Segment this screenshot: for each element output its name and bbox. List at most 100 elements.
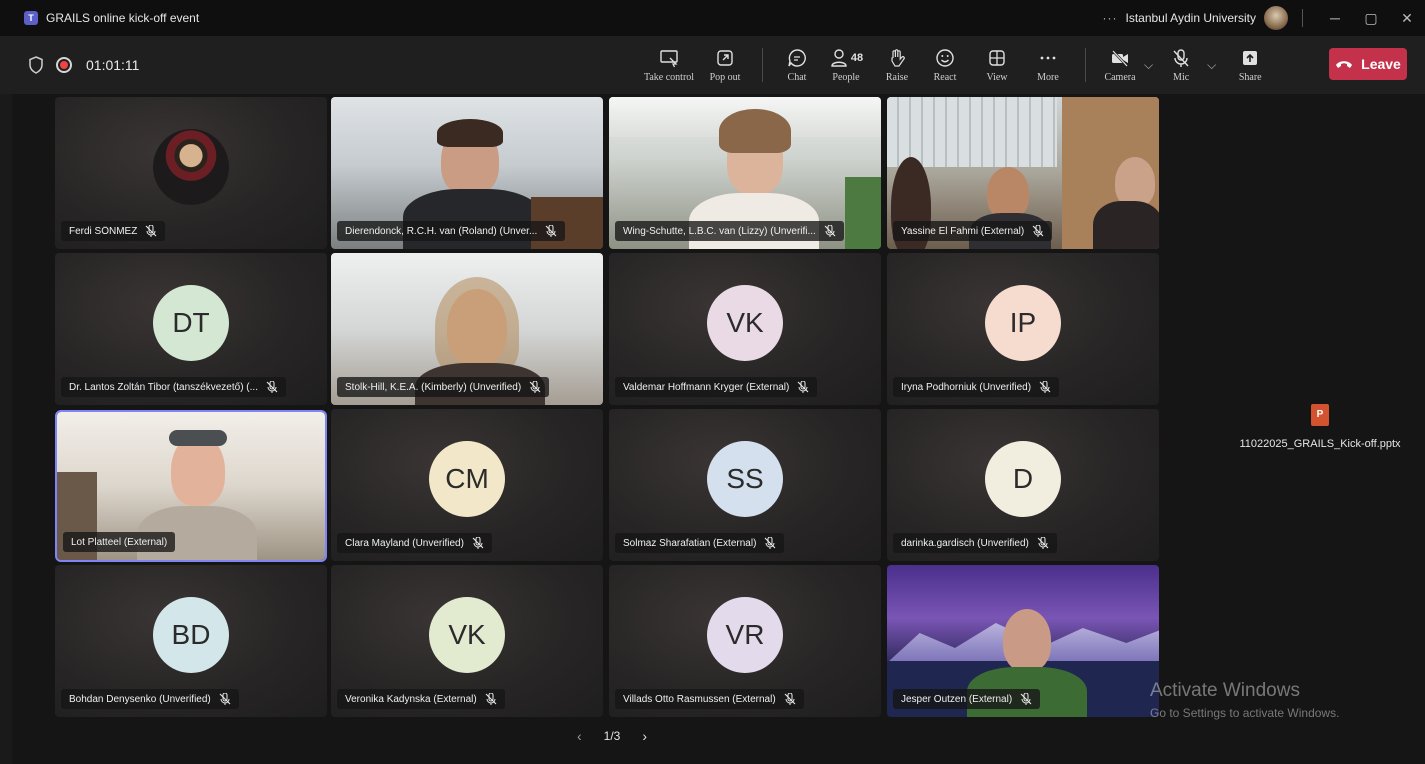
more-options-icon[interactable]: ··· (1102, 11, 1117, 25)
participant-initials-avatar: IP (985, 285, 1061, 361)
participant-initials-avatar: BD (153, 597, 229, 673)
participant-name: Clara Mayland (Unverified) (345, 537, 464, 549)
participant-name: Lot Platteel (External) (71, 536, 168, 548)
participant-tile[interactable]: CM Clara Mayland (Unverified) (331, 409, 603, 561)
teams-logo-icon: T (24, 11, 38, 25)
participant-tile-active-speaker[interactable]: Lot Platteel (External) (55, 410, 327, 562)
react-label: React (933, 71, 957, 83)
participant-tile[interactable]: D darinka.gardisch (Unverified) (887, 409, 1159, 561)
people-icon-wrap: 48 (829, 48, 863, 68)
camera-button[interactable]: Camera (1098, 36, 1142, 94)
phone-hangup-icon (1336, 61, 1353, 68)
shared-file[interactable]: P 11022025_GRAILS_Kick-off.pptx (1230, 404, 1410, 450)
previous-page-icon[interactable]: ‹ (577, 728, 582, 744)
participant-name-chip: Iryna Podhorniuk (Unverified) (893, 377, 1060, 397)
react-button[interactable]: React (919, 36, 971, 94)
participant-name-chip: Valdemar Hoffmann Kryger (External) (615, 377, 818, 397)
title-bar: T GRAILS online kick-off event ··· Istan… (0, 0, 1425, 36)
participant-initials-avatar: SS (707, 441, 783, 517)
participant-tile[interactable]: DT Dr. Lantos Zoltán Tibor (tanszékvezet… (55, 253, 327, 405)
participant-name-chip: Ferdi SÖNMEZ (61, 221, 166, 241)
smiley-icon (936, 48, 954, 67)
camera-options-chevron-icon[interactable]: ⌵ (1144, 58, 1153, 73)
participant-name: Yassine El Fahmi (External) (901, 225, 1025, 237)
watermark-subtitle: Go to Settings to activate Windows. (1150, 706, 1340, 720)
view-button[interactable]: View (971, 36, 1023, 94)
close-button[interactable]: ✕ (1389, 10, 1425, 27)
mic-label: Mic (1173, 71, 1190, 83)
share-label: Share (1238, 71, 1262, 83)
participant-name: Valdemar Hoffmann Kryger (External) (623, 381, 790, 393)
participant-initials-avatar: D (985, 441, 1061, 517)
participant-initials-avatar: DT (153, 285, 229, 361)
mic-muted-icon (784, 693, 796, 705)
next-page-icon[interactable]: › (642, 728, 647, 744)
participant-tile[interactable]: Ferdi SÖNMEZ (55, 97, 327, 249)
toolbar-center-group: Take control Pop out Chat 48 People Rais… (636, 36, 1270, 94)
raise-hand-button[interactable]: Raise (875, 36, 919, 94)
participant-name: Bohdan Denysenko (Unverified) (69, 693, 211, 705)
mic-muted-icon (1037, 537, 1049, 549)
participant-name: darinka.gardisch (Unverified) (901, 537, 1029, 549)
more-button[interactable]: More (1023, 36, 1073, 94)
minimize-button[interactable]: ─ (1317, 10, 1353, 26)
people-icon (831, 48, 847, 67)
org-name[interactable]: Istanbul Aydin University (1125, 11, 1256, 25)
participant-tile[interactable]: Jesper Outzen (External) (887, 565, 1159, 717)
participant-tile[interactable]: BD Bohdan Denysenko (Unverified) (55, 565, 327, 717)
share-button[interactable]: Share (1230, 36, 1270, 94)
pop-out-label: Pop out (709, 71, 741, 83)
chat-label: Chat (787, 71, 807, 83)
participant-tile[interactable]: Yassine El Fahmi (External) (887, 97, 1159, 249)
participant-tile[interactable]: VK Valdemar Hoffmann Kryger (External) (609, 253, 881, 405)
chat-button[interactable]: Chat (777, 36, 817, 94)
mic-off-icon (1173, 48, 1189, 67)
leave-label: Leave (1361, 56, 1401, 72)
pop-out-icon (717, 49, 733, 66)
participant-initials-avatar: VK (707, 285, 783, 361)
watermark-title: Activate Windows (1150, 680, 1300, 701)
people-button[interactable]: 48 People (817, 36, 875, 94)
leave-button[interactable]: Leave (1329, 48, 1407, 80)
take-control-button[interactable]: Take control (636, 36, 702, 94)
account-avatar[interactable] (1264, 6, 1288, 30)
pop-out-button[interactable]: Pop out (702, 36, 748, 94)
participant-tile[interactable]: SS Solmaz Sharafatian (External) (609, 409, 881, 561)
mic-muted-icon (824, 225, 836, 237)
participant-name-chip: Solmaz Sharafatian (External) (615, 533, 785, 553)
mic-options-chevron-icon[interactable]: ⌵ (1207, 58, 1216, 73)
mic-muted-icon (145, 225, 157, 237)
maximize-button[interactable]: ▢ (1353, 10, 1389, 27)
gallery-pager: ‹ 1/3 › (577, 728, 647, 744)
more-icon (1040, 56, 1056, 59)
activation-watermark: Activate Windows Go to Settings to activ… (1150, 680, 1339, 720)
participant-name-chip: Veronika Kadynska (External) (337, 689, 505, 709)
participant-name: Dr. Lantos Zoltán Tibor (tanszékvezető) … (69, 381, 258, 393)
participant-avatar (153, 129, 229, 205)
participant-name: Ferdi SÖNMEZ (69, 225, 138, 237)
meeting-toolbar: 01:01:11 Take control Pop out Chat 48 Pe… (0, 36, 1425, 94)
participant-tile[interactable]: Stolk-Hill, K.E.A. (Kimberly) (Unverifie… (331, 253, 603, 405)
participant-tile[interactable]: IP Iryna Podhorniuk (Unverified) (887, 253, 1159, 405)
meeting-timer: 01:01:11 (86, 57, 140, 73)
shield-icon[interactable] (28, 56, 44, 74)
title-divider (1302, 9, 1303, 27)
camera-label: Camera (1104, 71, 1136, 83)
mic-muted-icon (797, 381, 809, 393)
participant-name: Dierendonck, R.C.H. van (Roland) (Unver.… (345, 225, 538, 237)
mic-muted-icon (472, 537, 484, 549)
participant-tile[interactable]: Wing-Schutte, L.B.C. van (Lizzy) (Unveri… (609, 97, 881, 249)
window-title: GRAILS online kick-off event (46, 11, 200, 25)
participant-tile[interactable]: Dierendonck, R.C.H. van (Roland) (Unver.… (331, 97, 603, 249)
participant-initials-avatar: VK (429, 597, 505, 673)
participant-tile[interactable]: VK Veronika Kadynska (External) (331, 565, 603, 717)
toolbar-divider (762, 48, 763, 82)
mic-button[interactable]: Mic (1159, 36, 1203, 94)
participant-name: Villads Otto Rasmussen (External) (623, 693, 776, 705)
page-indicator: 1/3 (603, 729, 621, 743)
participant-tile[interactable]: VR Villads Otto Rasmussen (External) (609, 565, 881, 717)
participant-name: Veronika Kadynska (External) (345, 693, 477, 705)
take-control-icon (660, 49, 678, 67)
mic-muted-icon (545, 225, 557, 237)
participant-name: Wing-Schutte, L.B.C. van (Lizzy) (Unveri… (623, 225, 816, 237)
